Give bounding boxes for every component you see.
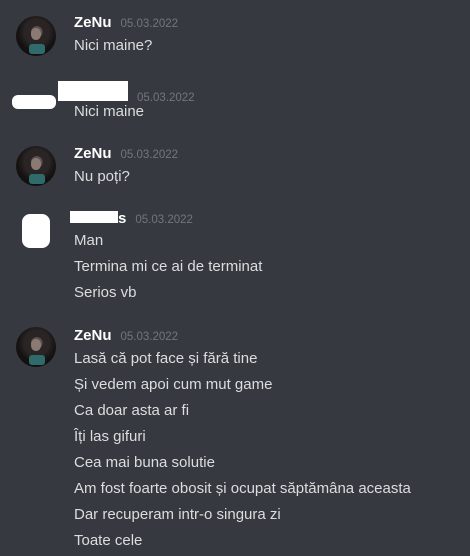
timestamp: 05.03.2022	[137, 92, 195, 104]
message-text: Îți las gifuri	[74, 428, 146, 445]
username[interactable]: ZeNu	[74, 14, 112, 31]
avatar[interactable]	[16, 16, 56, 56]
avatar[interactable]	[16, 146, 56, 186]
message-text: Lasă că pot face și fără tine	[74, 350, 258, 367]
avatar[interactable]	[18, 212, 54, 252]
message-text: Toate cele	[74, 532, 143, 549]
message-header: 05.03.2022	[58, 81, 195, 104]
message-text: Man	[74, 232, 104, 249]
message-header: s 05.03.2022	[70, 210, 193, 230]
message-text: Nici maine	[74, 103, 145, 120]
message-text: Termina mi ce ai de terminat	[74, 258, 263, 275]
username[interactable]: ZeNu	[74, 327, 112, 344]
timestamp: 05.03.2022	[120, 331, 179, 343]
avatar[interactable]	[16, 327, 56, 367]
redacted-username	[70, 211, 118, 223]
redacted-username	[58, 81, 128, 101]
message-text: Dar recuperam intr-o singura zi	[74, 506, 281, 523]
message-text: Cea mai buna solutie	[74, 454, 215, 471]
message-header: ZeNu 05.03.2022	[74, 145, 178, 165]
timestamp: 05.03.2022	[120, 149, 179, 161]
avatar[interactable]	[10, 85, 58, 113]
message-text: Ca doar asta ar fi	[74, 402, 190, 419]
message-text: Am fost foarte obosit și ocupat săptămân…	[74, 480, 411, 497]
message-text: Serios vb	[74, 284, 137, 301]
message-header: ZeNu 05.03.2022	[74, 14, 178, 34]
message-text: Nu poți?	[74, 168, 130, 185]
username[interactable]: s	[118, 210, 126, 227]
message-text: Nici maine?	[74, 37, 153, 54]
timestamp: 05.03.2022	[120, 18, 179, 30]
message-header: ZeNu 05.03.2022	[74, 327, 178, 347]
message-text: Și vedem apoi cum mut game	[74, 376, 273, 393]
username[interactable]: ZeNu	[74, 145, 112, 162]
timestamp: 05.03.2022	[135, 214, 193, 226]
